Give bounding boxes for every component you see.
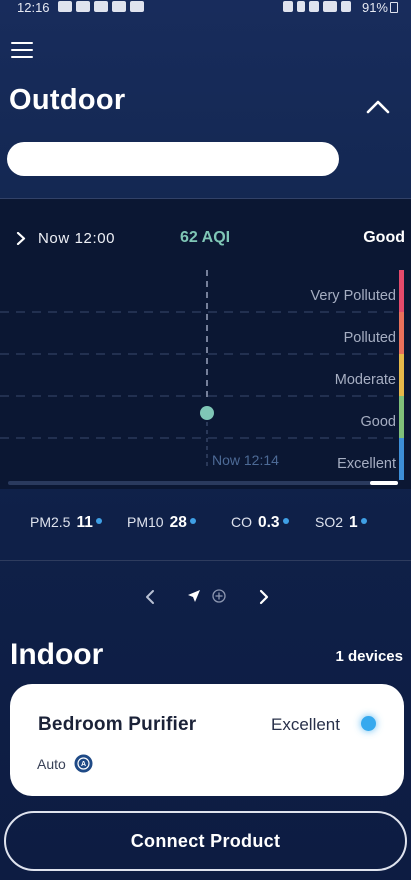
pollutant-readings: PM2.5 11 PM10 28 CO 0.3 SO2 1: [0, 514, 411, 534]
level-label-polluted: Polluted: [344, 330, 396, 346]
now-marker-label: Now 12:14: [212, 452, 279, 468]
system-icons: [283, 1, 351, 12]
alarm-icon: [283, 1, 293, 12]
chevron-up-icon[interactable]: [366, 100, 390, 114]
info-dot-icon: [95, 518, 102, 524]
scale-segment-very-polluted: [399, 270, 404, 312]
battery-icon: [390, 2, 398, 13]
pollutant-value: 1: [349, 514, 358, 531]
scale-segment-excellent: [399, 438, 404, 480]
video-icon: [94, 1, 108, 12]
pollutant-pm10[interactable]: PM10 28: [127, 514, 196, 532]
device-card-bedroom-purifier[interactable]: Bedroom Purifier Excellent Auto A: [10, 684, 404, 796]
current-aqi-point[interactable]: [200, 406, 214, 420]
indoor-title: Indoor: [10, 638, 104, 671]
grid-icon: [130, 1, 144, 12]
pollutant-name: SO2: [315, 514, 344, 530]
info-dot-icon: [282, 518, 289, 524]
status-bar: 12:16 91%: [0, 0, 411, 18]
pollutant-so2[interactable]: SO2 1: [315, 514, 367, 532]
auto-mode-icon: A: [74, 754, 93, 773]
location-name-redacted: [7, 142, 339, 176]
aqi-value: 62 AQI: [180, 229, 231, 246]
pollutant-value: 28: [169, 514, 187, 531]
pollutant-name: PM2.5: [30, 514, 71, 530]
scale-segment-moderate: [399, 354, 404, 396]
battery-percent: 91%: [361, 0, 388, 15]
location-arrow-icon[interactable]: [187, 589, 201, 603]
pollutant-co[interactable]: CO 0.3: [231, 514, 289, 532]
location-pager: [0, 586, 411, 608]
youtube-icon: [76, 1, 90, 12]
device-count: 1 devices: [335, 648, 403, 665]
info-dot-icon: [189, 518, 196, 524]
gmail-icon: [112, 1, 126, 12]
pollutant-pm25[interactable]: PM2.5 11: [30, 514, 102, 532]
aqi-level-chart: Very Polluted Polluted Moderate Good Exc…: [0, 270, 404, 485]
connect-product-button[interactable]: Connect Product: [4, 811, 407, 871]
info-dot-icon: [360, 518, 367, 524]
outdoor-title: Outdoor: [9, 84, 126, 116]
device-status: Excellent: [271, 715, 340, 734]
pollutant-name: PM10: [127, 514, 164, 530]
youtube-icon: [58, 1, 72, 12]
bluetooth-icon: [297, 1, 305, 12]
scale-segment-good: [399, 396, 404, 438]
timeline-scrollbar[interactable]: [8, 481, 398, 485]
svg-text:A: A: [81, 761, 86, 768]
now-time: Now 12:00: [38, 230, 116, 247]
device-name: Bedroom Purifier: [38, 714, 197, 735]
status-dot-icon: [361, 716, 376, 731]
level-color-scale: [399, 270, 404, 480]
level-label-excellent: Excellent: [337, 456, 396, 472]
pollutant-name: CO: [231, 514, 252, 530]
now-row: Now 12:00 62 AQI Good: [0, 229, 411, 249]
signal-icon: [341, 1, 351, 12]
status-time: 12:16: [17, 0, 50, 15]
pollutant-value: 0.3: [258, 514, 280, 531]
add-location-icon[interactable]: [212, 589, 226, 603]
level-label-very-polluted: Very Polluted: [311, 288, 396, 304]
wifi-icon: [323, 1, 337, 12]
chevron-right-icon[interactable]: [16, 232, 26, 245]
chevron-left-icon[interactable]: [145, 589, 155, 605]
notification-icons: [58, 1, 144, 12]
aqi-status: Good: [363, 229, 405, 246]
level-label-good: Good: [361, 414, 396, 430]
level-label-moderate: Moderate: [335, 372, 396, 388]
device-mode: Auto: [37, 756, 66, 772]
pollutant-value: 11: [76, 514, 93, 531]
mute-icon: [309, 1, 319, 12]
divider: [0, 560, 411, 561]
chevron-right-icon[interactable]: [259, 589, 269, 605]
scale-segment-polluted: [399, 312, 404, 354]
hamburger-menu-icon[interactable]: [11, 42, 33, 58]
